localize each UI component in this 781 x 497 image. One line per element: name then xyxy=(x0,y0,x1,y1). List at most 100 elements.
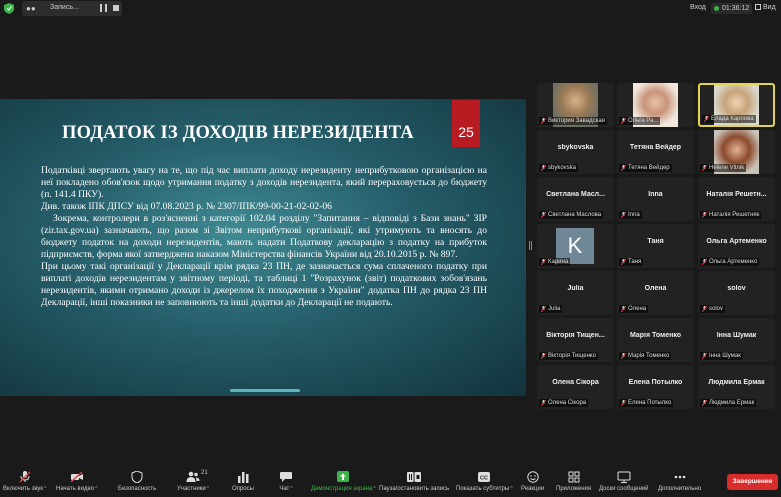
participant-tile[interactable]: Інна Шумак Інна Шумак xyxy=(698,318,775,362)
participant-tile[interactable]: Ольга Ра... xyxy=(617,83,694,127)
more-button[interactable]: Дополнительно xyxy=(658,471,701,492)
view-button[interactable]: Вид xyxy=(755,4,776,11)
muted-mic-icon xyxy=(701,164,708,172)
slide-paragraph: Податківці звертають увагу на те, що під… xyxy=(41,165,487,200)
reactions-label: Реакции xyxy=(521,486,545,492)
chat-button[interactable]: Чат^ xyxy=(279,471,293,492)
login-button[interactable]: Вход xyxy=(690,4,706,11)
slide-paragraph: Див. також ІПК ДПСУ від 07.08.2023 р. № … xyxy=(41,201,332,212)
participant-tile[interactable]: Таня Таня xyxy=(617,224,694,268)
participant-label: Елада Карпова xyxy=(702,115,756,123)
caret-up-icon[interactable]: ^ xyxy=(95,486,97,492)
caret-up-icon[interactable]: ^ xyxy=(207,486,209,492)
participant-tile[interactable]: solov solov xyxy=(698,271,775,315)
caret-up-icon[interactable]: ^ xyxy=(373,486,375,492)
split-resize-handle[interactable] xyxy=(529,241,532,250)
pause-recording-button[interactable]: Пауза/остановить запись xyxy=(379,471,449,492)
participant-tile[interactable]: Олена Сікора Олена Сікора xyxy=(537,365,614,409)
live-dot-icon xyxy=(714,6,719,11)
apps-button[interactable]: Приложения xyxy=(556,471,591,492)
participant-label: Карина xyxy=(539,258,571,266)
muted-mic-icon xyxy=(620,117,627,125)
participant-name: Наталія Решетн... xyxy=(706,191,767,198)
participant-tile[interactable]: Julia Julia xyxy=(537,271,614,315)
participant-tile[interactable]: Helene Vitnik xyxy=(698,130,775,174)
pause-recording-icon[interactable] xyxy=(100,4,107,12)
meeting-timer: 01:36:12 xyxy=(711,3,753,14)
participant-label-text: Інна Шумак xyxy=(709,353,741,359)
slide-body: Податківці звертають увагу на те, що під… xyxy=(41,165,487,309)
participant-tile[interactable]: sbykovska sbykovska xyxy=(537,130,614,174)
recording-indicator[interactable]: ●● Запись... xyxy=(22,1,122,16)
start-video-button[interactable]: Начать видео^ xyxy=(56,471,97,492)
polls-button[interactable]: Опросы xyxy=(232,471,254,492)
whiteboards-button[interactable]: Доски сообщений xyxy=(599,471,649,492)
participant-label-text: Helene Vitnik xyxy=(709,165,745,171)
participant-label-text: Ольга Ра... xyxy=(628,118,659,124)
participant-label-text: Виктория Завадская xyxy=(548,118,605,124)
recording-label: Запись... xyxy=(50,4,79,11)
muted-mic-icon xyxy=(620,164,627,172)
muted-mic-icon xyxy=(701,211,708,219)
participant-label-text: Людмила Ермак xyxy=(709,400,755,406)
muted-mic-icon xyxy=(540,399,547,407)
slide-page-number: 25 xyxy=(452,100,480,147)
end-meeting-button[interactable]: Завершение xyxy=(727,474,778,490)
participant-tile[interactable]: Елена Потылко Елена Потылко xyxy=(617,365,694,409)
participant-name: Тетяна Вейдер xyxy=(629,144,682,151)
more-label: Дополнительно xyxy=(658,486,702,492)
participant-label: sbykovska xyxy=(539,164,579,172)
participant-tile[interactable]: Виктория Завадская xyxy=(537,83,614,127)
participant-tile[interactable]: Наталія Решетн... Наталія Решетняк xyxy=(698,177,775,221)
whiteboards-label: Доски сообщений xyxy=(599,486,649,492)
participant-tile[interactable]: Светлана Масл... Светлана Маслова xyxy=(537,177,614,221)
recording-dots-icon: ●● xyxy=(26,4,36,13)
chat-label: Чат xyxy=(279,486,290,492)
participant-label: Вікторія Тищенко xyxy=(539,352,598,360)
participant-tile[interactable]: Вікторія Тищен... Вікторія Тищенко xyxy=(537,318,614,362)
participant-tile[interactable]: Елада Карпова xyxy=(698,83,775,127)
participant-name: Інна Шумак xyxy=(716,332,757,339)
apps-label: Приложения xyxy=(556,486,592,492)
unmute-button[interactable]: Включить звук^ xyxy=(3,471,46,492)
share-screen-button[interactable]: Демонстрация экрана^ xyxy=(311,471,376,492)
security-button[interactable]: Безопасность xyxy=(118,471,156,492)
participant-label-text: sbykovska xyxy=(548,165,577,171)
caret-up-icon[interactable]: ^ xyxy=(510,486,512,492)
participant-tile[interactable]: K Карина xyxy=(537,224,614,268)
share-screen-icon xyxy=(337,471,350,482)
stop-recording-icon[interactable] xyxy=(113,5,119,11)
participant-label-text: Елада Карпова xyxy=(711,116,754,122)
participant-tile[interactable]: Ольга Артеменко Ольга Артеменко xyxy=(698,224,775,268)
security-label: Безопасность xyxy=(118,486,157,492)
participant-label-text: Светлана Маслова xyxy=(548,212,602,218)
apps-icon xyxy=(568,471,580,483)
participant-label-text: Таня xyxy=(628,259,642,265)
participant-label: Таня xyxy=(619,258,644,266)
caret-up-icon[interactable]: ^ xyxy=(44,486,46,492)
video-off-icon xyxy=(70,471,83,483)
participants-button[interactable]: 21 Участники^ xyxy=(177,470,209,492)
participant-tile[interactable]: Марія Томенко Марія Томенко xyxy=(617,318,694,362)
muted-mic-icon xyxy=(540,258,547,266)
participant-tile[interactable]: Тетяна Вейдер Тетяна Вейдер xyxy=(617,130,694,174)
captions-icon: CC xyxy=(478,472,491,482)
security-shield-icon xyxy=(131,471,143,483)
participant-name: Inna xyxy=(648,191,663,198)
slide-decoration xyxy=(230,389,300,392)
participant-tile[interactable]: Олена Олена xyxy=(617,271,694,315)
whiteboard-icon xyxy=(617,471,631,483)
participant-label: Марія Томенко xyxy=(619,352,672,360)
participant-tile[interactable]: Людмила Ермак Людмила Ермак xyxy=(698,365,775,409)
svg-text:CC: CC xyxy=(480,476,488,482)
caret-up-icon[interactable]: ^ xyxy=(290,486,292,492)
shield-icon[interactable] xyxy=(4,3,14,14)
captions-button[interactable]: CC Показать субтитры^ xyxy=(456,471,513,492)
muted-mic-icon xyxy=(540,164,547,172)
more-dots-icon xyxy=(674,475,685,479)
participant-name: Марія Томенко xyxy=(629,332,682,339)
reactions-button[interactable]: Реакции xyxy=(521,471,544,492)
participant-label: Inna xyxy=(619,211,642,219)
participants-count: 21 xyxy=(201,470,208,476)
participant-tile[interactable]: Inna Inna xyxy=(617,177,694,221)
